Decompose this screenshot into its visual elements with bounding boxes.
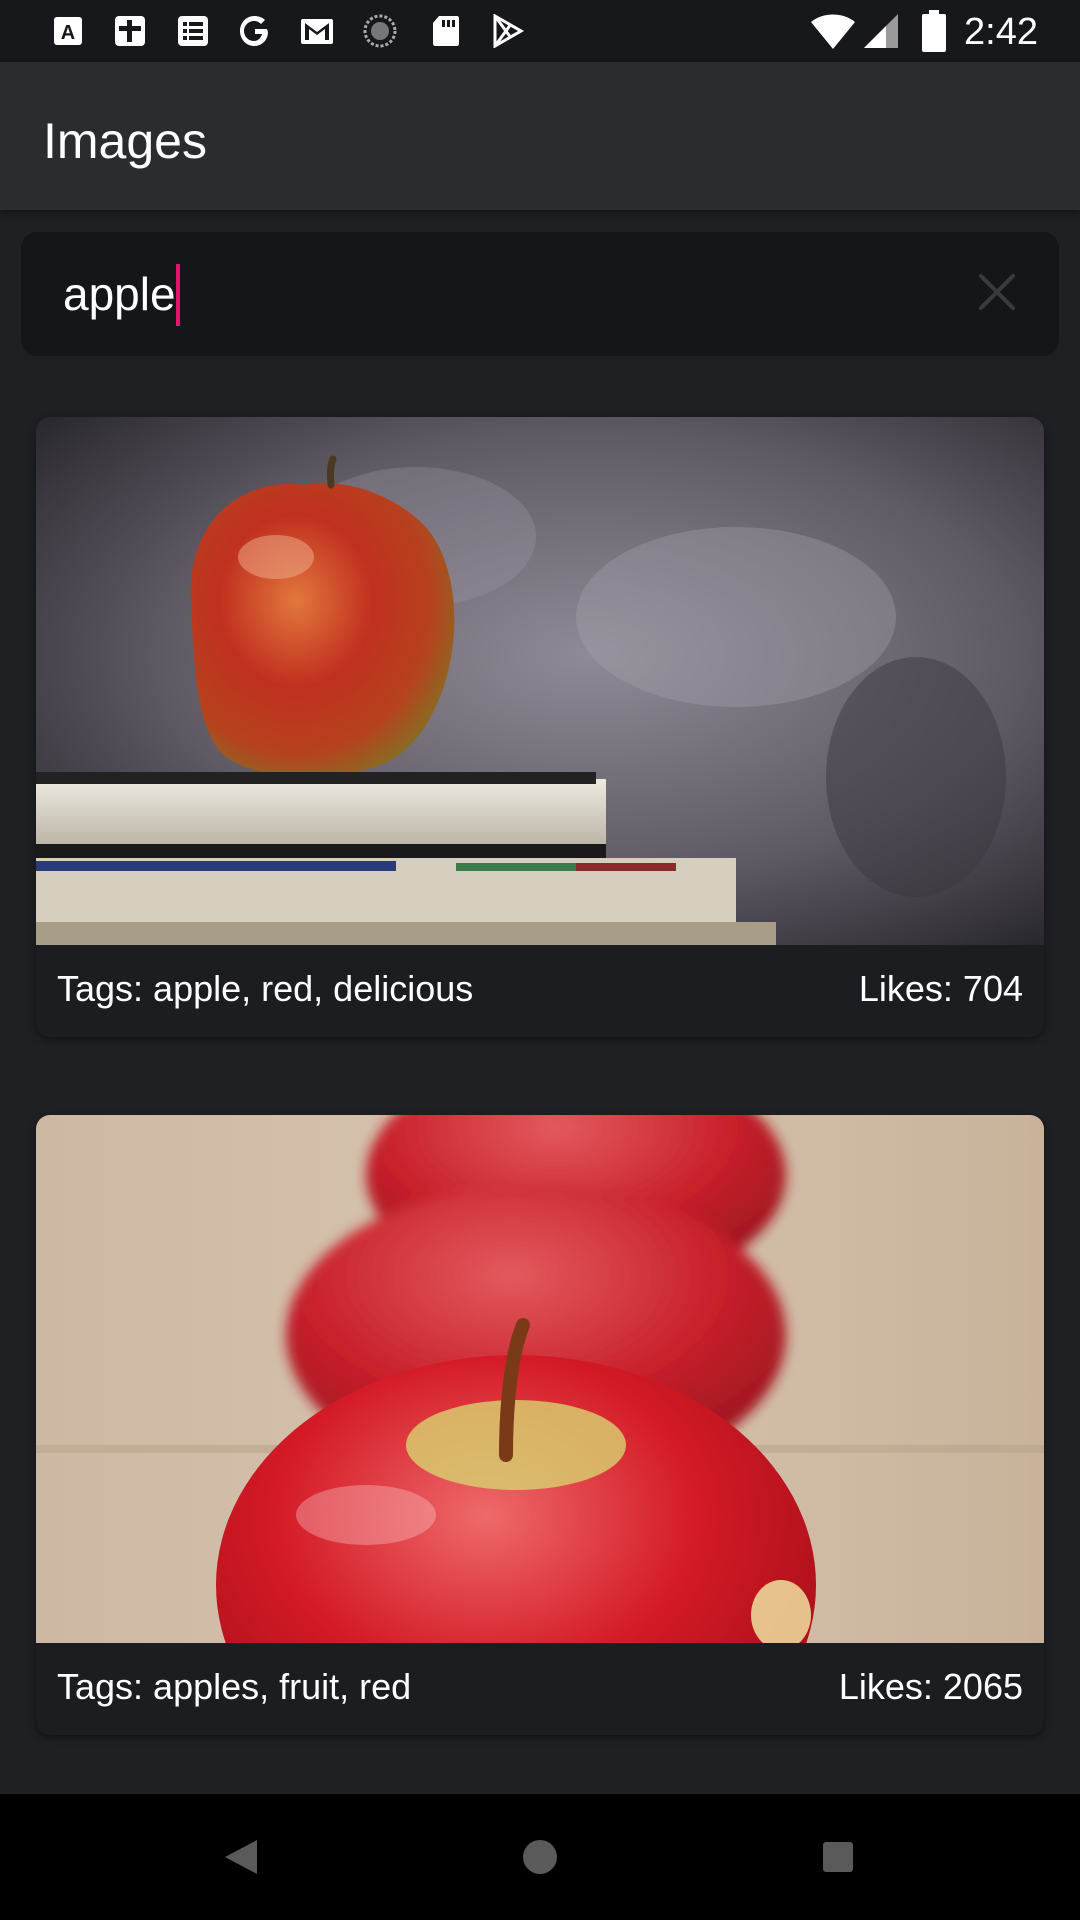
close-icon[interactable]: [975, 270, 1019, 314]
recents-icon[interactable]: [807, 1826, 869, 1888]
navigation-bar: [0, 1794, 1080, 1920]
apple-on-books-image[interactable]: [36, 417, 1044, 945]
text-caret: [175, 264, 180, 326]
sd-card-icon: [433, 16, 459, 46]
news-list-icon: [178, 16, 208, 46]
svg-text:A: A: [61, 22, 75, 44]
image-tags: Tags: apples, fruit, red: [57, 1666, 412, 1707]
search-input[interactable]: apple: [63, 264, 180, 326]
image-tags: Tags: apple, red, delicious: [57, 968, 474, 1009]
search-input-value[interactable]: apple: [63, 268, 176, 320]
google-icon: [240, 16, 268, 46]
home-icon[interactable]: [509, 1826, 571, 1888]
image-caption: Tags: apples, fruit, red Likes: 2065: [36, 1643, 1044, 1735]
image-likes: Likes: 2065: [838, 1666, 1023, 1707]
status-bar: A 2:42: [0, 0, 1080, 62]
clock-time: 2:42: [964, 11, 1038, 53]
page-title: Images: [43, 113, 207, 169]
row-of-red-apples-image[interactable]: [36, 1115, 1044, 1643]
search-box[interactable]: apple: [21, 232, 1059, 356]
play-store-icon: [493, 14, 525, 48]
calendar-grid-icon: [115, 16, 145, 46]
back-icon[interactable]: [211, 1826, 273, 1888]
wifi-icon: [811, 14, 855, 49]
gmail-icon: [301, 19, 333, 44]
battery-icon: [922, 10, 946, 52]
image-caption: Tags: apple, red, delicious Likes: 704: [36, 945, 1044, 1037]
translate-icon: A: [54, 17, 82, 45]
image-card[interactable]: Tags: apple, red, delicious Likes: 704: [36, 417, 1044, 1037]
image-likes: Likes: 704: [858, 968, 1023, 1009]
signal-icon: [864, 14, 898, 48]
sync-progress-icon: [363, 14, 397, 48]
app-bar: Images: [0, 62, 1080, 210]
image-card[interactable]: Tags: apples, fruit, red Likes: 2065: [36, 1115, 1044, 1735]
